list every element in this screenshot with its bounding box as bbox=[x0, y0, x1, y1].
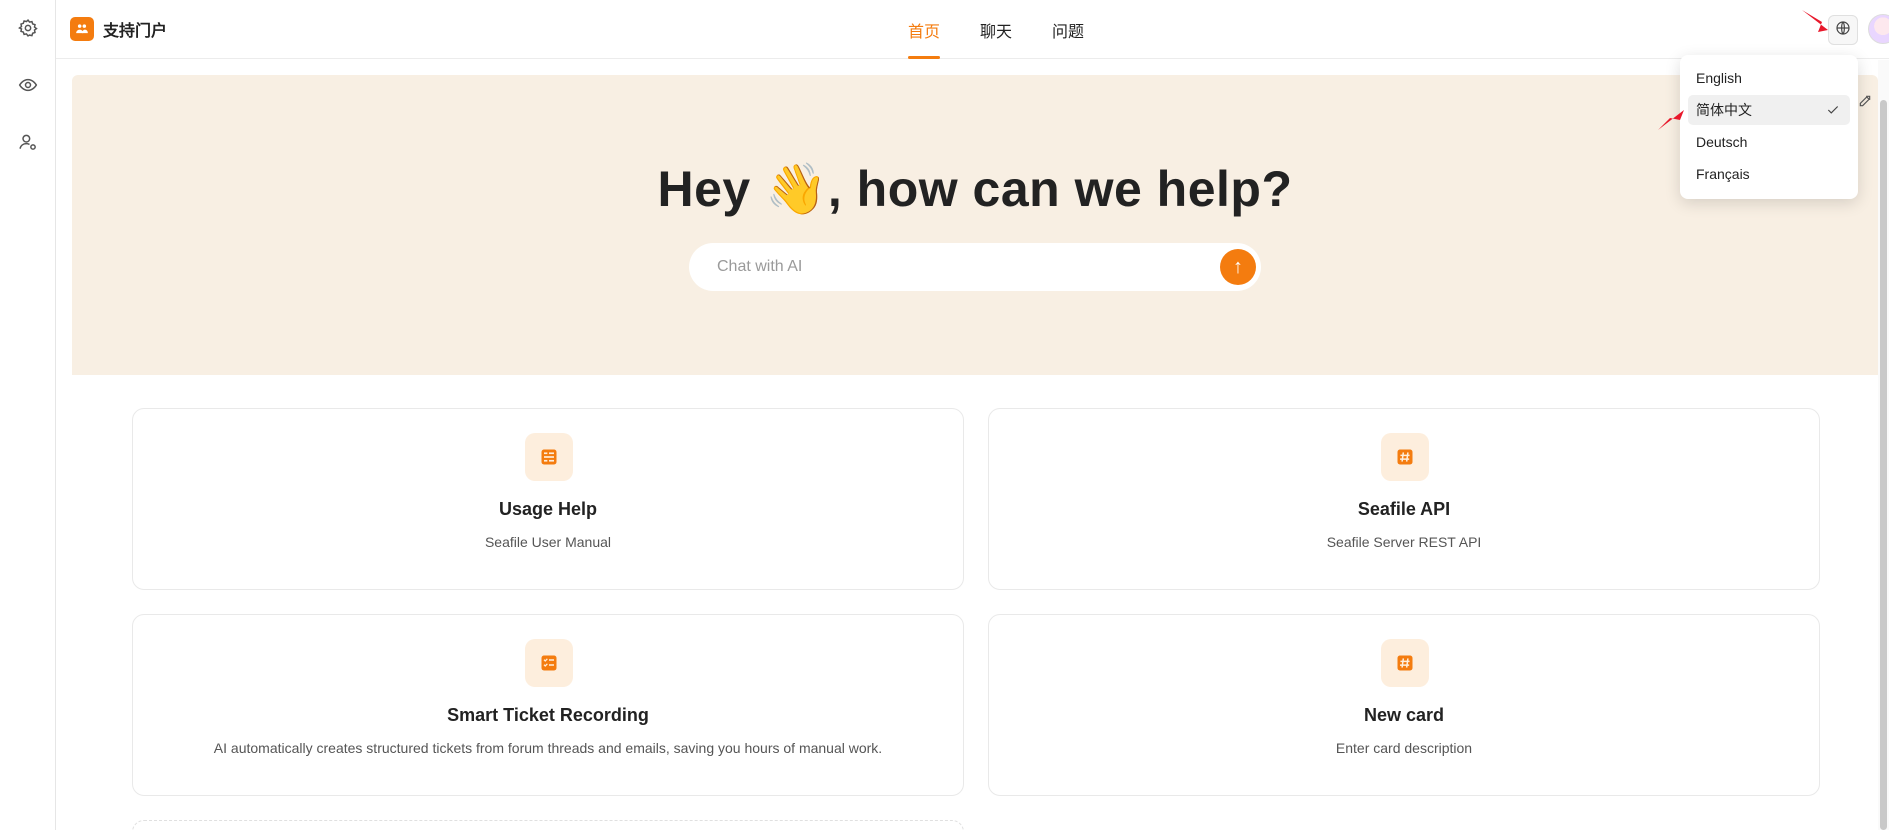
tab-chat[interactable]: 聊天 bbox=[960, 0, 1032, 59]
hero-banner: Hey 👋, how can we help? ↑ bbox=[72, 75, 1878, 375]
hash-icon bbox=[1381, 433, 1429, 481]
chat-input[interactable] bbox=[717, 255, 1197, 279]
tab-home[interactable]: 首页 bbox=[888, 0, 960, 59]
globe-icon bbox=[1835, 20, 1851, 41]
card-description: Enter card description bbox=[1335, 740, 1473, 756]
language-option-label: English bbox=[1696, 70, 1742, 86]
language-option-french[interactable]: Français bbox=[1688, 159, 1850, 189]
card-title: New card bbox=[1363, 705, 1445, 725]
language-option-label: Deutsch bbox=[1696, 134, 1748, 150]
card-seafile-api[interactable]: Seafile API Seafile Server REST API bbox=[988, 408, 1820, 590]
hash-icon bbox=[1381, 639, 1429, 687]
language-dropdown: English 简体中文 Deutsch Français bbox=[1680, 55, 1858, 199]
scrollbar-thumb[interactable] bbox=[1880, 100, 1887, 830]
left-rail bbox=[0, 0, 56, 830]
avatar[interactable] bbox=[1868, 14, 1889, 44]
language-button[interactable] bbox=[1828, 15, 1858, 45]
hero-title-text-start: Hey bbox=[657, 161, 766, 217]
card-description: Seafile User Manual bbox=[484, 534, 612, 550]
language-option-simplified-chinese[interactable]: 简体中文 bbox=[1688, 95, 1850, 125]
arrow-up-icon: ↑ bbox=[1233, 255, 1243, 278]
card-smart-ticket-recording[interactable]: Smart Ticket Recording AI automatically … bbox=[132, 614, 964, 796]
annotation-arrow-icon bbox=[1658, 110, 1684, 130]
top-bar: 支持门户 首页 聊天 问题 bbox=[56, 0, 1889, 59]
check-icon bbox=[1826, 103, 1840, 120]
language-option-label: Français bbox=[1696, 166, 1750, 182]
gear-icon[interactable] bbox=[14, 14, 42, 42]
app-window: 支持门户 首页 聊天 问题 Hey 👋, how can we help? ↑ bbox=[0, 0, 1889, 830]
eye-icon[interactable] bbox=[14, 71, 42, 99]
language-option-label: 简体中文 bbox=[1696, 102, 1752, 118]
card-title: Usage Help bbox=[498, 499, 598, 519]
card-description: AI automatically creates structured tick… bbox=[213, 740, 883, 756]
brand-name: 支持门户 bbox=[103, 23, 168, 40]
tab-issues[interactable]: 问题 bbox=[1032, 0, 1104, 59]
language-option-english[interactable]: English bbox=[1688, 63, 1850, 93]
hero-title-text-end: , how can we help? bbox=[827, 161, 1293, 217]
scrollbar[interactable] bbox=[1878, 60, 1889, 830]
send-button[interactable]: ↑ bbox=[1220, 249, 1256, 285]
waving-hand-icon: 👋 bbox=[765, 161, 828, 217]
checklist-icon bbox=[525, 639, 573, 687]
user-settings-icon[interactable] bbox=[14, 128, 42, 156]
main-content: Hey 👋, how can we help? ↑ Usage Help Sea… bbox=[72, 75, 1878, 830]
chat-search-box: ↑ bbox=[689, 243, 1261, 291]
list-icon bbox=[525, 433, 573, 481]
card-new-card[interactable]: New card Enter card description bbox=[988, 614, 1820, 796]
card-title: Seafile API bbox=[1357, 499, 1451, 519]
brand-logo-icon bbox=[70, 17, 94, 41]
card-description: Seafile Server REST API bbox=[1326, 534, 1482, 550]
main-nav: 首页 聊天 问题 bbox=[888, 0, 1104, 59]
hero-title: Hey 👋, how can we help? bbox=[72, 160, 1878, 219]
language-option-german[interactable]: Deutsch bbox=[1688, 127, 1850, 157]
card-title: Smart Ticket Recording bbox=[447, 705, 649, 725]
add-card-placeholder[interactable] bbox=[132, 820, 964, 830]
card-usage-help[interactable]: Usage Help Seafile User Manual bbox=[132, 408, 964, 590]
brand[interactable]: 支持门户 bbox=[70, 17, 167, 41]
annotation-arrow-icon bbox=[1802, 10, 1828, 32]
